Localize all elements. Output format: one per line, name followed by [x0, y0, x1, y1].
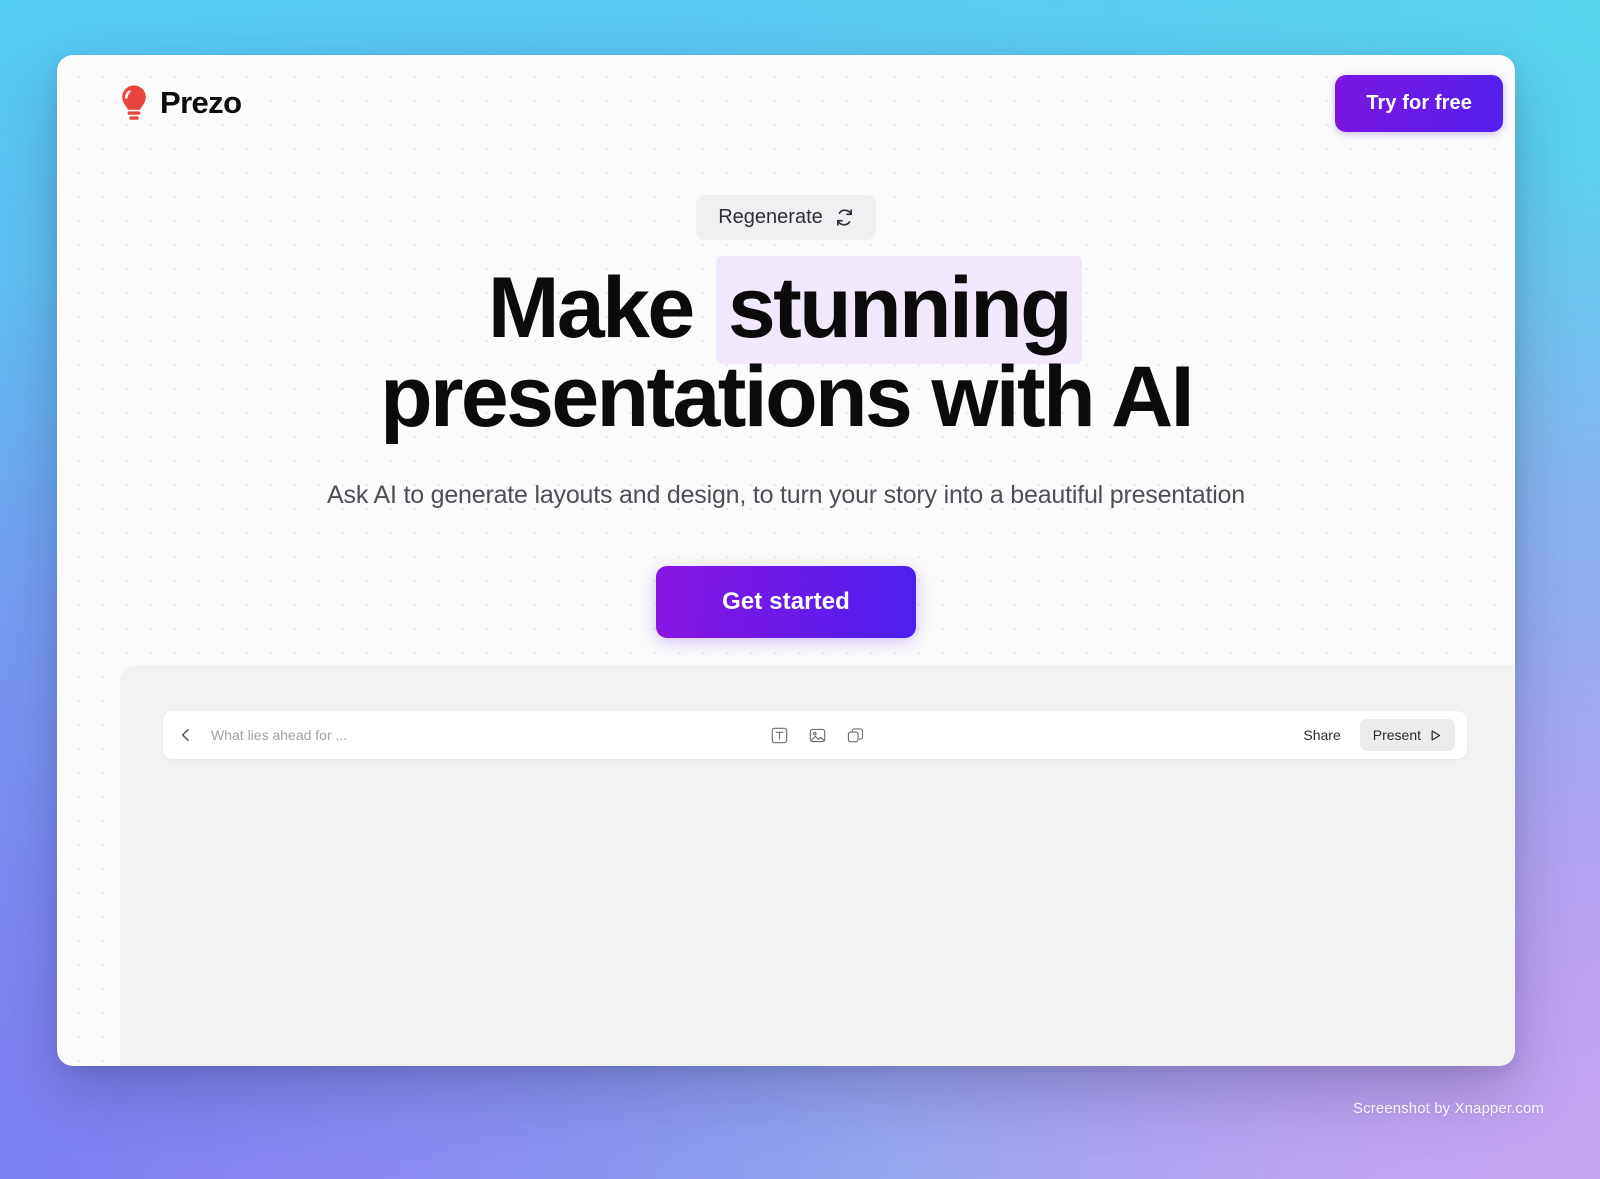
toolbar-tools-group [771, 727, 864, 744]
editor-preview-panel: What lies ahead for ... Share Present [120, 665, 1515, 1066]
try-for-free-button[interactable]: Try for free [1335, 74, 1503, 132]
editor-toolbar: What lies ahead for ... Share Present [163, 711, 1467, 759]
present-button[interactable]: Present [1359, 719, 1455, 751]
chevron-left-icon[interactable] [179, 728, 193, 742]
hero-section: Regenerate Make stunning presentations w… [57, 195, 1515, 639]
brand-logo-group[interactable]: Prezo [119, 84, 242, 122]
app-window: Prezo Try for free Regenerate Make stunn… [57, 55, 1515, 1066]
shape-icon[interactable] [847, 727, 864, 744]
lightbulb-icon [122, 85, 146, 120]
headline-part-1: Make [487, 260, 695, 356]
image-icon[interactable] [809, 727, 826, 744]
present-label: Present [1372, 727, 1421, 743]
document-title[interactable]: What lies ahead for ... [211, 727, 347, 743]
play-icon [1431, 729, 1441, 741]
cta-container: Get started [57, 566, 1515, 639]
toolbar-right-group: Share Present [864, 719, 1468, 751]
watermark: Screenshot by Xnapper.com [1353, 1100, 1544, 1117]
refresh-icon [836, 209, 852, 226]
brand-name: Prezo [160, 85, 242, 120]
regenerate-label: Regenerate [718, 206, 823, 228]
site-header: Prezo Try for free [57, 55, 1515, 151]
text-box-icon[interactable] [771, 727, 788, 744]
headline-part-2: presentations with AI [380, 348, 1194, 445]
get-started-button[interactable]: Get started [656, 566, 916, 639]
hero-subtitle: Ask AI to generate layouts and design, t… [327, 481, 1245, 510]
regenerate-button[interactable]: Regenerate [696, 195, 876, 240]
page-title: Make stunning presentations with AI [57, 256, 1515, 441]
share-button[interactable]: Share [1288, 719, 1355, 751]
toolbar-left-group: What lies ahead for ... [163, 727, 771, 743]
